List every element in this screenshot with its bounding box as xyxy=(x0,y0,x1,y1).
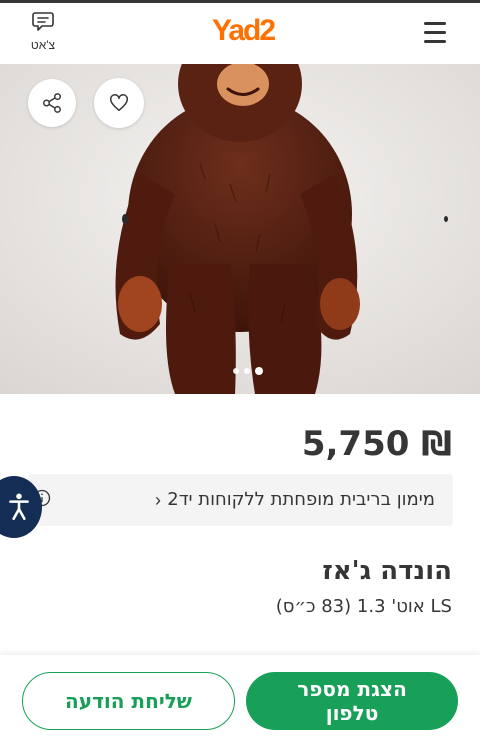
listing-title: הונדה ג'אז xyxy=(322,556,452,586)
chevron-right-icon: › xyxy=(155,490,161,510)
gallery-dot[interactable] xyxy=(233,368,239,374)
share-button[interactable] xyxy=(28,79,76,127)
gallery-dot[interactable] xyxy=(244,368,250,374)
listing-subtitle: LS אוט' 1.3 (83 כ״ס) xyxy=(275,596,452,617)
hamburger-menu-icon[interactable] xyxy=(424,22,446,44)
chat-button[interactable]: צ'אט xyxy=(22,9,64,61)
accessibility-icon xyxy=(9,493,29,521)
action-bar: הצגת מספר טלפון שליחת הודעה xyxy=(0,655,480,745)
send-message-button[interactable]: שליחת הודעה xyxy=(22,672,235,730)
chat-bubble-icon xyxy=(32,12,54,31)
listing-price: ₪ 5,750 xyxy=(301,424,452,464)
gallery-pagination xyxy=(233,367,263,375)
favorite-button[interactable] xyxy=(94,78,144,128)
yad2-logo[interactable]: Yad2 xyxy=(212,16,276,46)
share-icon xyxy=(43,93,61,113)
gallery-dot-active[interactable] xyxy=(255,367,263,375)
show-phone-button[interactable]: הצגת מספר טלפון xyxy=(246,672,458,730)
app-header: צ'אט Yad2 xyxy=(0,3,480,64)
chat-label: צ'אט xyxy=(30,38,56,52)
heart-icon xyxy=(110,94,128,112)
image-gallery[interactable] xyxy=(0,64,480,394)
financing-banner[interactable]: מימון בריבית מופחתת ללקוחות יד2 › xyxy=(28,474,453,526)
financing-text: מימון בריבית מופחתת ללקוחות יד2 xyxy=(167,489,435,510)
